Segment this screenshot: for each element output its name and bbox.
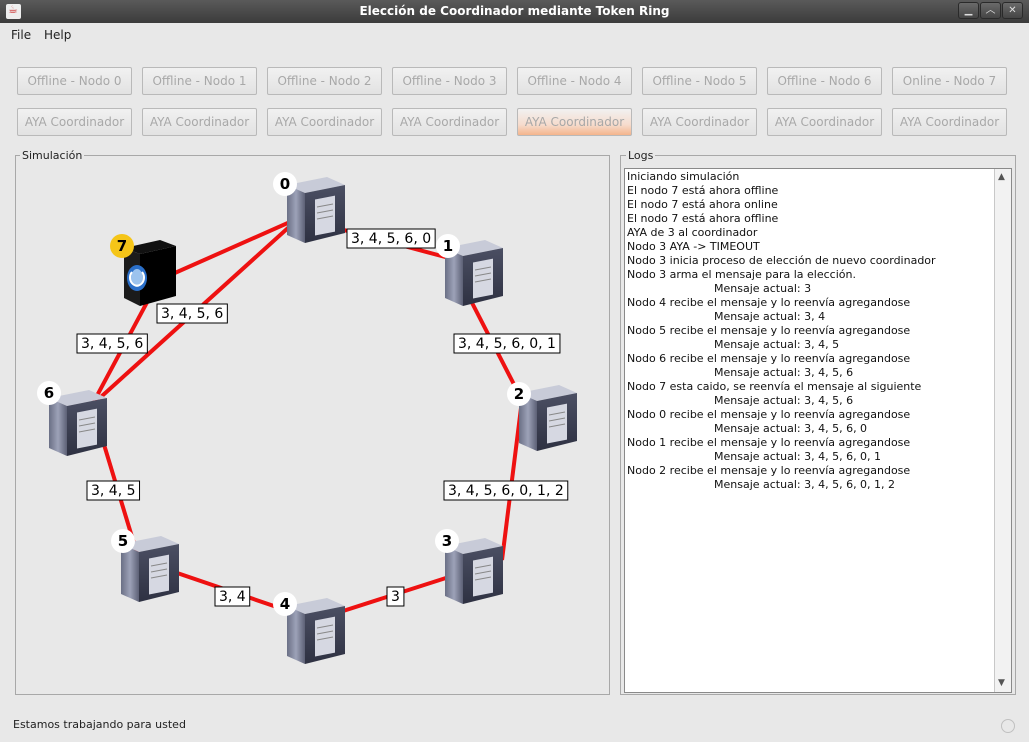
edge-message-label: 3, 4, 5, 6, 0, 1 — [453, 333, 561, 354]
edge-message-label: 3, 4, 5, 6, 0 — [346, 228, 436, 249]
aya-button-4[interactable]: AYA Coordinador — [517, 108, 632, 136]
edge-message-label: 3, 4, 5, 6, 0, 1, 2 — [443, 480, 569, 501]
node-1[interactable]: 1 — [436, 234, 504, 307]
status-text: Estamos trabajando para usted — [13, 718, 186, 731]
node-id-label: 4 — [280, 595, 290, 613]
log-line: Mensaje actual: 3, 4, 5, 6, 0, 1, 2 — [714, 478, 896, 491]
edge-message-label: 3 — [386, 586, 405, 607]
log-line: Nodo 4 recibe el mensaje y lo reenvía ag… — [627, 296, 911, 309]
log-line: Mensaje actual: 3, 4, 5 — [714, 338, 840, 351]
node-id-label: 7 — [117, 237, 127, 255]
node-id-label: 5 — [118, 532, 128, 550]
node-4[interactable]: 4 — [273, 592, 346, 665]
log-line: Nodo 3 inicia proceso de elección de nue… — [627, 254, 936, 267]
aya-button-1[interactable]: AYA Coordinador — [142, 108, 257, 136]
log-line: El nodo 7 está ahora online — [627, 198, 778, 211]
svg-text:3, 4, 5, 6, 0, 1: 3, 4, 5, 6, 0, 1 — [458, 336, 556, 352]
aya-button-2[interactable]: AYA Coordinador — [267, 108, 382, 136]
edge-message-label: 3, 4, 5, 6 — [76, 333, 148, 354]
node-5[interactable]: 5 — [111, 529, 180, 603]
aya-button-5[interactable]: AYA Coordinador — [642, 108, 757, 136]
node-button-1[interactable]: Offline - Nodo 1 — [142, 67, 257, 95]
log-line: Mensaje actual: 3, 4, 5, 6 — [714, 366, 854, 379]
log-line: Mensaje actual: 3 — [714, 282, 812, 295]
log-line: Iniciando simulación — [627, 170, 740, 183]
node-id-label: 3 — [442, 532, 452, 550]
log-line: AYA de 3 al coordinador — [627, 226, 758, 239]
node-6[interactable]: 6 — [37, 381, 108, 457]
node-id-label: 2 — [514, 385, 524, 403]
aya-button-0[interactable]: AYA Coordinador — [17, 108, 132, 136]
node-id-label: 6 — [44, 384, 54, 402]
node-button-0[interactable]: Offline - Nodo 0 — [17, 67, 132, 95]
minimize-button[interactable]: ▁ — [958, 2, 979, 19]
svg-text:3, 4, 5, 6: 3, 4, 5, 6 — [161, 306, 223, 322]
node-7[interactable]: 7 — [110, 234, 176, 306]
maximize-button[interactable]: ︿ — [980, 2, 1001, 19]
scroll-down-arrow-icon[interactable]: ▼ — [998, 678, 1005, 688]
edge-message-label: 3, 4, 5 — [86, 480, 141, 501]
edge-message-label: 3, 4, 5, 6 — [156, 303, 228, 324]
svg-text:3, 4, 5, 6, 0: 3, 4, 5, 6, 0 — [351, 231, 431, 247]
title-bar: ☕ Elección de Coordinador mediante Token… — [0, 0, 1029, 23]
node-button-7[interactable]: Online - Nodo 7 — [892, 67, 1007, 95]
aya-button-7[interactable]: AYA Coordinador — [892, 108, 1007, 136]
menu-help[interactable]: Help — [44, 28, 71, 42]
svg-text:3: 3 — [391, 589, 400, 605]
log-line: Mensaje actual: 3, 4, 5, 6 — [714, 394, 854, 407]
node-button-2[interactable]: Offline - Nodo 2 — [267, 67, 382, 95]
log-line: Nodo 5 recibe el mensaje y lo reenvía ag… — [627, 324, 911, 337]
logs-title: Logs — [626, 149, 656, 162]
node-3[interactable]: 3 — [435, 529, 504, 605]
edge-message-label: 3, 4 — [214, 586, 251, 607]
svg-text:3, 4, 5, 6: 3, 4, 5, 6 — [81, 336, 143, 352]
log-line: Nodo 7 esta caido, se reenvía el mensaje… — [627, 380, 922, 393]
log-line: Nodo 6 recibe el mensaje y lo reenvía ag… — [627, 352, 911, 365]
svg-text:3, 4, 5: 3, 4, 5 — [91, 483, 136, 499]
log-line: El nodo 7 está ahora offline — [627, 212, 779, 225]
svg-text:3, 4: 3, 4 — [219, 589, 246, 605]
scroll-up-arrow-icon[interactable]: ▲ — [998, 172, 1005, 182]
log-line: Mensaje actual: 3, 4, 5, 6, 0 — [714, 422, 868, 435]
log-line: Mensaje actual: 3, 4 — [714, 310, 826, 323]
node-button-6[interactable]: Offline - Nodo 6 — [767, 67, 882, 95]
token-ring-canvas: 0 1 2 3 4 5 6 7 3, 4, 5, 6, 0 3, 4, 5, 6, 0, 1 3,… — [37, 172, 578, 665]
node-button-5[interactable]: Offline - Nodo 5 — [642, 67, 757, 95]
log-line: El nodo 7 está ahora offline — [627, 184, 779, 197]
node-button-3[interactable]: Offline - Nodo 3 — [392, 67, 507, 95]
window-title: Elección de Coordinador mediante Token R… — [359, 4, 670, 18]
close-button[interactable]: ✕ — [1002, 2, 1023, 19]
log-line: Nodo 3 arma el mensaje para la elección. — [627, 268, 856, 281]
node-id-label: 0 — [280, 175, 290, 193]
log-text-area[interactable]: Iniciando simulación El nodo 7 está ahora… — [624, 168, 1012, 693]
svg-text:3, 4, 5, 6, 0, 1, 2: 3, 4, 5, 6, 0, 1, 2 — [448, 483, 564, 499]
busy-indicator-icon — [1001, 719, 1015, 733]
menu-file[interactable]: File — [11, 28, 31, 42]
aya-button-3[interactable]: AYA Coordinador — [392, 108, 507, 136]
log-scrollbar[interactable]: ▲ ▼ — [994, 169, 1011, 692]
log-line: Nodo 2 recibe el mensaje y lo reenvía ag… — [627, 464, 911, 477]
node-button-4[interactable]: Offline - Nodo 4 — [517, 67, 632, 95]
aya-button-6[interactable]: AYA Coordinador — [767, 108, 882, 136]
log-line: Nodo 3 AYA -> TIMEOUT — [627, 240, 760, 253]
log-line: Nodo 1 recibe el mensaje y lo reenvía ag… — [627, 436, 911, 449]
log-line: Mensaje actual: 3, 4, 5, 6, 0, 1 — [714, 450, 882, 463]
node-id-label: 1 — [443, 237, 453, 255]
log-line: Nodo 0 recibe el mensaje y lo reenvía ag… — [627, 408, 911, 421]
ring-link-7-0 — [158, 216, 300, 282]
menu-bar: File Help — [0, 23, 1029, 45]
